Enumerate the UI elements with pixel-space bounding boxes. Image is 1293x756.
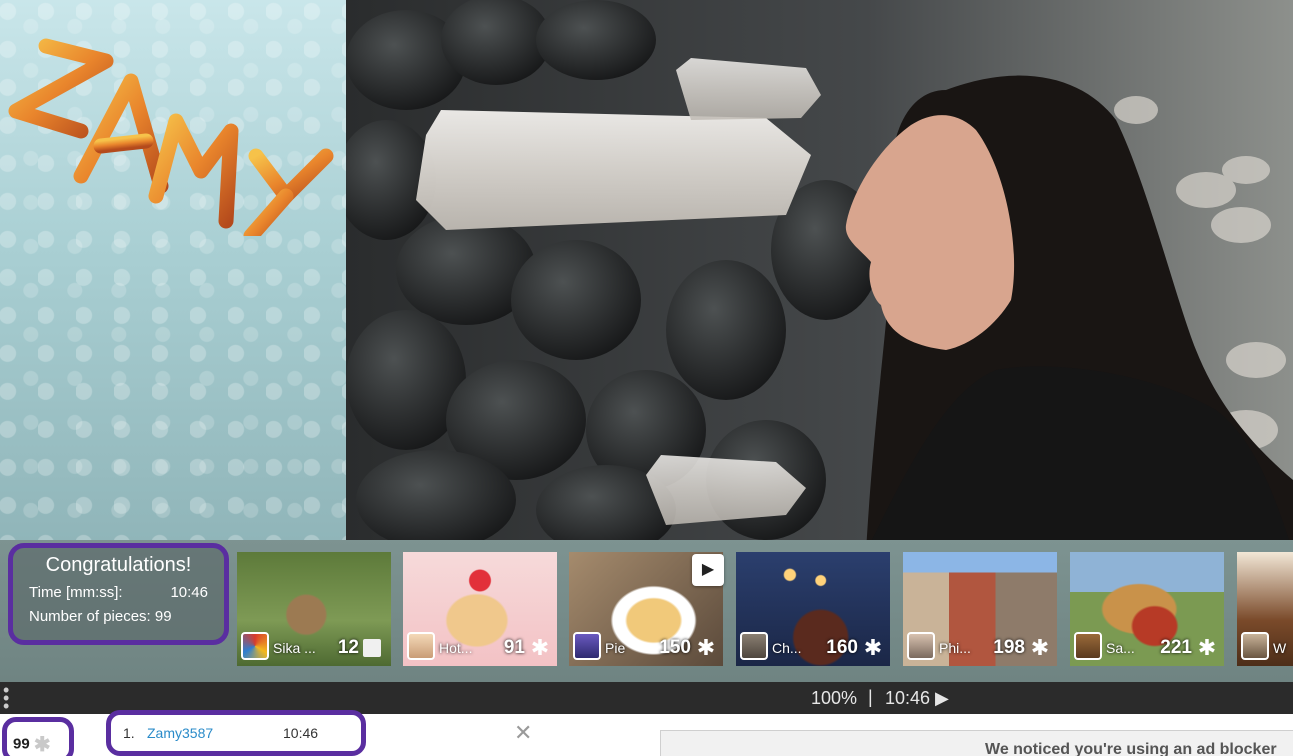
puzzle-icon: ✱: [1030, 635, 1050, 660]
congratulations-panel: Congratulations! Time [mm:ss]: 10:46 Num…: [8, 543, 229, 645]
adblock-text: We noticed you're using an ad blocker: [985, 741, 1277, 756]
piece-count: 198: [993, 637, 1025, 658]
puzzle-icon: ✱: [530, 635, 550, 660]
timer-play-button[interactable]: 10:46 ▶: [885, 688, 949, 709]
piece-count-badge: 99 ✱: [2, 717, 74, 756]
menu-dots-icon[interactable]: • • •: [3, 681, 11, 715]
puzzle-icon: ✱: [863, 635, 883, 660]
author-avatar: [1241, 632, 1269, 660]
author-name: W: [1273, 640, 1287, 656]
close-icon[interactable]: ✕: [514, 720, 532, 746]
pieces-row: Number of pieces: 99: [29, 605, 208, 629]
time-label: Time [mm:ss]:: [29, 584, 123, 601]
author-name: Ch...: [772, 640, 802, 656]
piece-count: 160: [826, 637, 858, 658]
piece-count: 221: [1160, 637, 1192, 658]
adblock-notice: We noticed you're using an ad blocker: [660, 730, 1293, 756]
score-entry: 1. Zamy3587 10:46: [106, 710, 366, 756]
next-arrow-button[interactable]: ▶: [692, 554, 724, 586]
zamy-logo: [8, 38, 334, 236]
score-rank: 1.: [123, 725, 135, 741]
thumbnail-card[interactable]: Hot... 91 ✱: [403, 552, 557, 666]
time-value: 10:46: [170, 584, 208, 601]
time-row: Time [mm:ss]: 10:46: [29, 581, 208, 605]
author-avatar: [573, 632, 601, 660]
status-separator: |: [868, 687, 873, 707]
app-stage: Congratulations! Time [mm:ss]: 10:46 Num…: [0, 0, 1293, 756]
author-avatar: [407, 632, 435, 660]
pieces-label: Number of pieces: 99: [29, 608, 172, 625]
author-name: Sika ...: [273, 640, 316, 656]
congrats-title: Congratulations!: [45, 554, 192, 576]
thumbnail-card[interactable]: Ch... 160 ✱: [736, 552, 890, 666]
author-avatar: [907, 632, 935, 660]
puzzle-icon: ✱: [1197, 635, 1217, 660]
piece-count-value: 99: [13, 735, 30, 753]
author-name: Sa...: [1106, 640, 1135, 656]
puzzle-icon: ✱: [696, 635, 716, 660]
author-name: Hot...: [439, 640, 473, 656]
author-name: Pie: [605, 640, 626, 656]
square-icon: [363, 639, 381, 657]
photo-illustration: [346, 0, 1293, 552]
score-time: 10:46: [283, 725, 319, 741]
puzzle-photo[interactable]: [346, 0, 1293, 552]
author-name: Phi...: [939, 640, 971, 656]
piece-count: 150: [659, 637, 691, 658]
author-avatar: [740, 632, 768, 660]
puzzle-icon: ✱: [33, 734, 51, 756]
thumbnail-card[interactable]: Sa... 221 ✱: [1070, 552, 1224, 666]
zoom-level[interactable]: 100%: [811, 688, 857, 709]
piece-count: 12: [337, 637, 359, 658]
thumbnail-card[interactable]: Sika ... 12: [237, 552, 391, 666]
author-avatar: [241, 632, 269, 660]
score-user-link[interactable]: Zamy3587: [147, 725, 283, 741]
thumbnail-card[interactable]: W: [1237, 552, 1293, 666]
author-avatar: [1074, 632, 1102, 660]
thumbnail-card[interactable]: Phi... 198 ✱: [903, 552, 1057, 666]
piece-count: 91: [503, 637, 525, 658]
